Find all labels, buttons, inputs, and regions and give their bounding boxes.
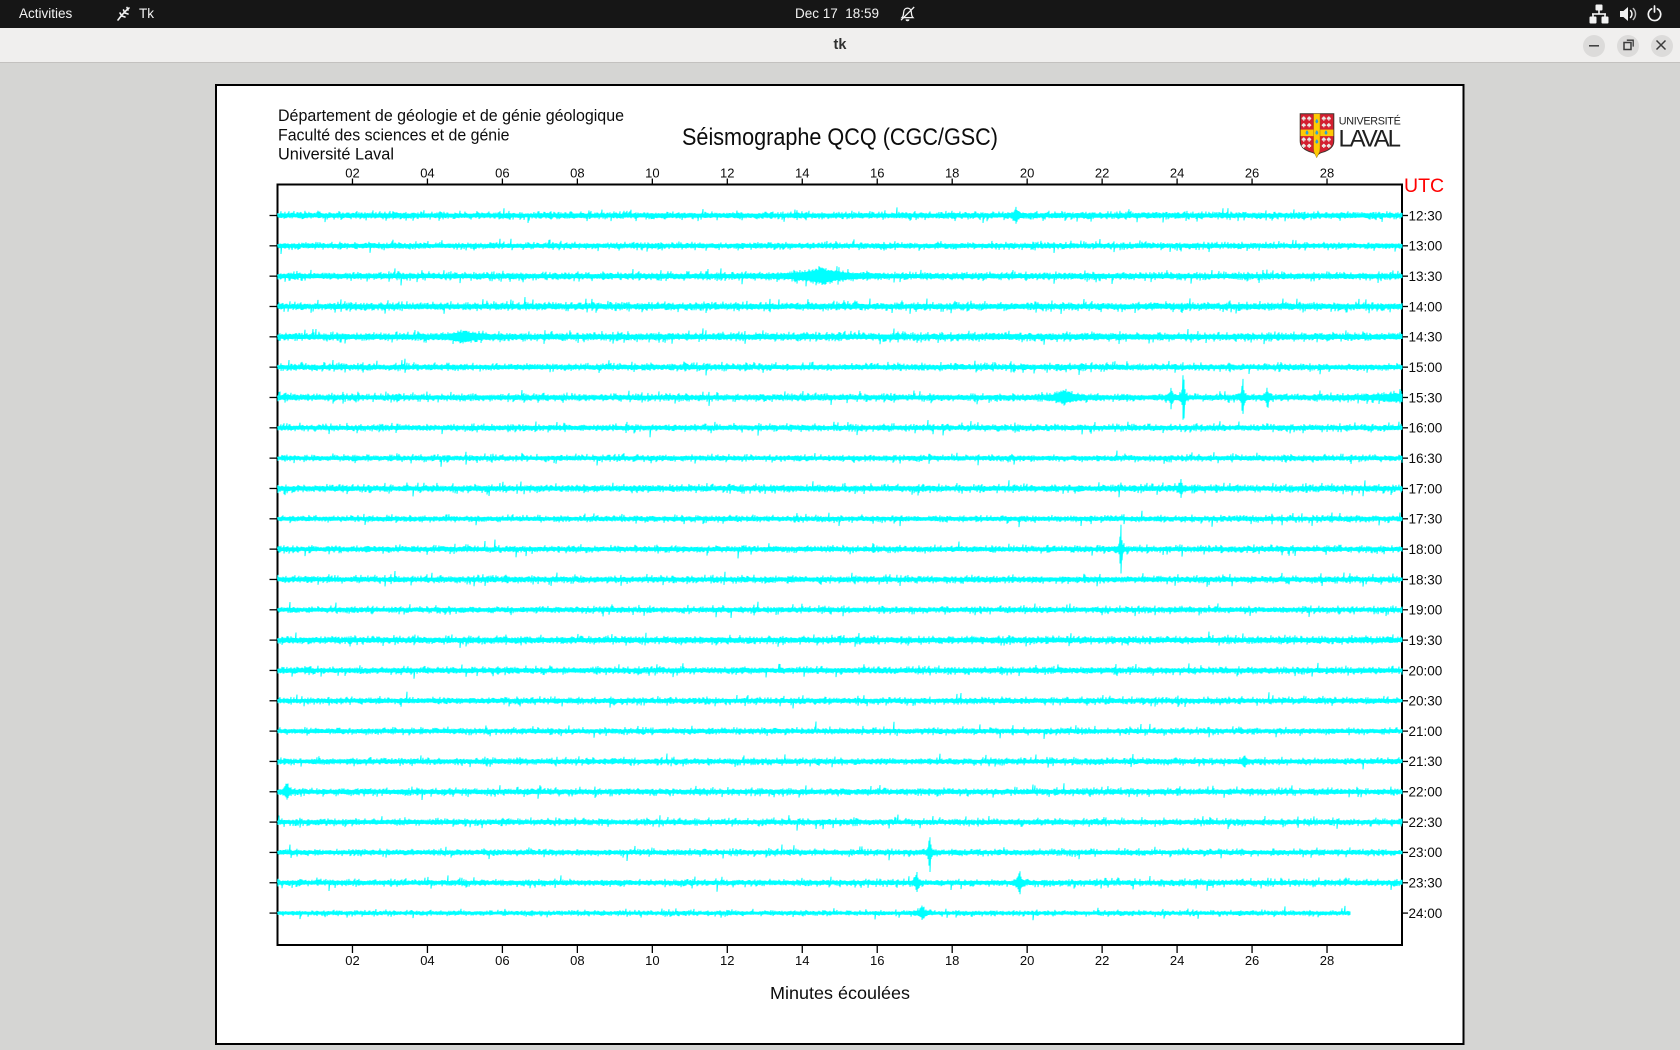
svg-text:Séismographe QCQ (CGC/GSC): Séismographe QCQ (CGC/GSC): [682, 124, 998, 151]
svg-text:LAVAL: LAVAL: [1339, 125, 1402, 152]
svg-text:20:30: 20:30: [1409, 694, 1443, 709]
svg-text:04: 04: [420, 166, 434, 181]
svg-text:28: 28: [1320, 953, 1334, 968]
svg-text:14:00: 14:00: [1409, 299, 1443, 314]
svg-text:16:30: 16:30: [1409, 451, 1443, 466]
svg-text:20:00: 20:00: [1409, 663, 1443, 678]
svg-text:22: 22: [1095, 166, 1109, 181]
svg-text:12:30: 12:30: [1409, 208, 1443, 223]
svg-text:22:00: 22:00: [1409, 785, 1443, 800]
svg-text:24:00: 24:00: [1409, 906, 1443, 921]
svg-text:17:00: 17:00: [1409, 481, 1443, 496]
svg-text:02: 02: [345, 166, 359, 181]
svg-text:16:00: 16:00: [1409, 421, 1443, 436]
svg-text:18: 18: [945, 953, 959, 968]
svg-text:14: 14: [795, 953, 809, 968]
svg-text:08: 08: [570, 953, 584, 968]
svg-text:13:30: 13:30: [1409, 269, 1443, 284]
svg-text:20: 20: [1020, 953, 1034, 968]
svg-text:18:00: 18:00: [1409, 542, 1443, 557]
svg-text:12: 12: [720, 166, 734, 181]
svg-text:Département de géologie et de: Département de géologie et de génie géol…: [278, 106, 624, 125]
svg-text:18:30: 18:30: [1409, 572, 1443, 587]
svg-text:Faculté des sciences et de gén: Faculté des sciences et de génie: [278, 125, 510, 144]
svg-text:14: 14: [795, 166, 809, 181]
svg-text:26: 26: [1245, 166, 1259, 181]
svg-text:06: 06: [495, 166, 509, 181]
svg-text:10: 10: [645, 166, 659, 181]
svg-text:02: 02: [345, 953, 359, 968]
svg-text:19:30: 19:30: [1409, 633, 1443, 648]
svg-text:20: 20: [1020, 166, 1034, 181]
svg-text:10: 10: [645, 953, 659, 968]
svg-text:06: 06: [495, 953, 509, 968]
svg-text:Minutes écoulées: Minutes écoulées: [770, 983, 910, 1003]
svg-text:28: 28: [1320, 166, 1334, 181]
svg-text:17:30: 17:30: [1409, 512, 1443, 527]
svg-text:14:30: 14:30: [1409, 330, 1443, 345]
svg-text:18: 18: [945, 166, 959, 181]
svg-text:08: 08: [570, 166, 584, 181]
svg-text:16: 16: [870, 953, 884, 968]
svg-text:22:30: 22:30: [1409, 815, 1443, 830]
svg-text:24: 24: [1170, 953, 1184, 968]
svg-text:23:00: 23:00: [1409, 845, 1443, 860]
svg-text:16: 16: [870, 166, 884, 181]
svg-text:22: 22: [1095, 953, 1109, 968]
svg-text:04: 04: [420, 953, 434, 968]
svg-text:15:00: 15:00: [1409, 360, 1443, 375]
svg-text:15:30: 15:30: [1409, 390, 1443, 405]
svg-text:12: 12: [720, 953, 734, 968]
svg-text:23:30: 23:30: [1409, 876, 1443, 891]
svg-text:13:00: 13:00: [1409, 239, 1443, 254]
svg-text:Université Laval: Université Laval: [278, 145, 394, 164]
svg-text:24: 24: [1170, 166, 1184, 181]
svg-text:26: 26: [1245, 953, 1259, 968]
svg-text:19:00: 19:00: [1409, 603, 1443, 618]
svg-text:21:30: 21:30: [1409, 754, 1443, 769]
svg-text:UTC: UTC: [1404, 175, 1444, 197]
svg-text:21:00: 21:00: [1409, 724, 1443, 739]
